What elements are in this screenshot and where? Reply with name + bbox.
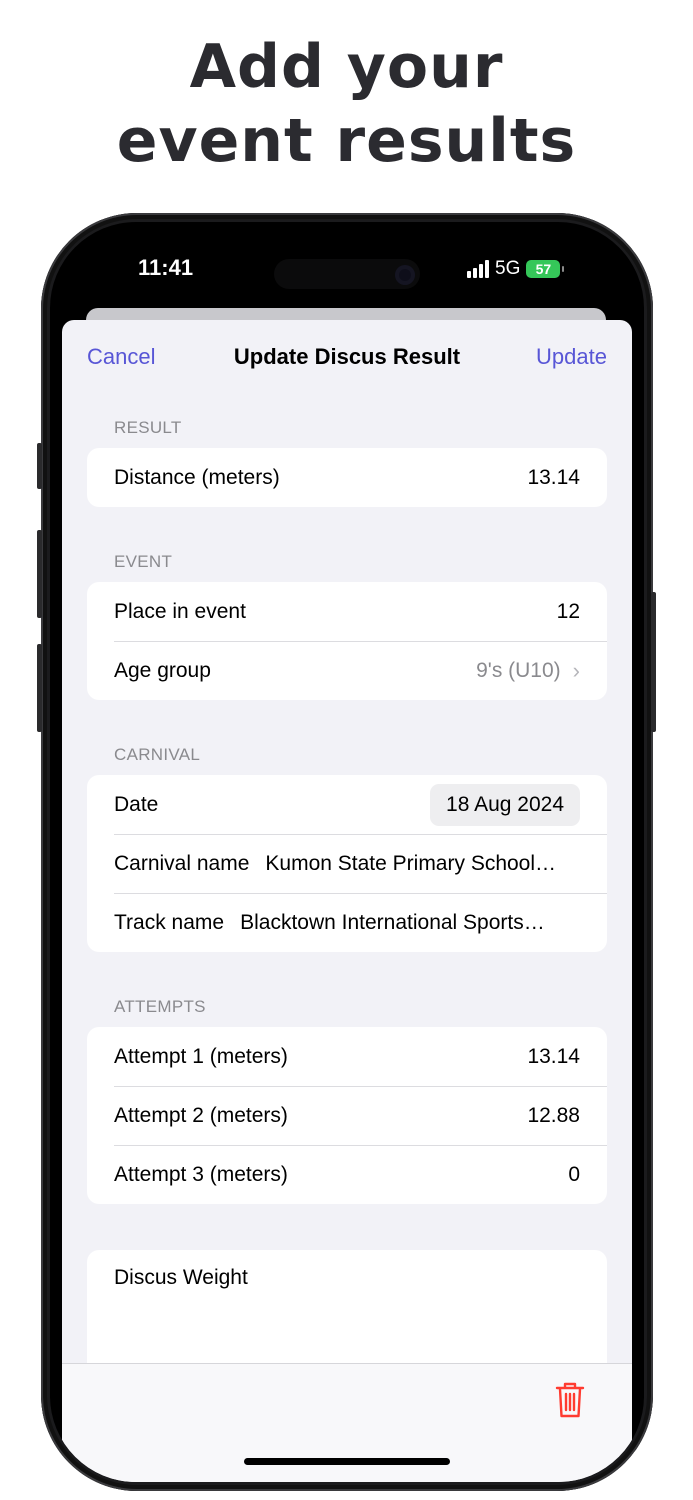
attempt-3-row[interactable]: Attempt 3 (meters) 0	[87, 1145, 607, 1204]
result-group: Distance (meters) 13.14	[87, 448, 607, 507]
event-group: Place in event 12 Age group 9's (U10) ›	[87, 582, 607, 700]
power-button	[651, 592, 656, 732]
attempt-2-value[interactable]: 12.88	[527, 1104, 580, 1128]
battery-level: 57	[535, 261, 552, 277]
update-button[interactable]: Update	[536, 344, 607, 370]
attempt-1-label: Attempt 1 (meters)	[114, 1044, 288, 1068]
battery-icon: 57	[526, 260, 565, 278]
attempt-2-label: Attempt 2 (meters)	[114, 1103, 288, 1127]
distance-row[interactable]: Distance (meters) 13.14	[87, 448, 607, 507]
network-label: 5G	[495, 258, 521, 279]
discus-weight-row[interactable]: Discus Weight	[87, 1250, 607, 1309]
track-name-value[interactable]: Blacktown International Sports…	[240, 911, 580, 935]
carnival-name-row[interactable]: Carnival name Kumon State Primary School…	[87, 834, 607, 893]
place-label: Place in event	[114, 599, 246, 623]
date-picker-button[interactable]: 18 Aug 2024	[430, 783, 580, 826]
home-indicator[interactable]	[244, 1458, 450, 1465]
delete-button[interactable]	[554, 1380, 586, 1420]
headline: Add your event results	[0, 30, 693, 178]
age-group-row[interactable]: Age group 9's (U10) ›	[87, 641, 607, 700]
front-camera	[395, 265, 415, 285]
phone-screen: 11:41 5G 57 Cancel Update Discus Result …	[50, 222, 644, 1482]
attempt-1-row[interactable]: Attempt 1 (meters) 13.14	[87, 1027, 607, 1086]
update-result-sheet: Cancel Update Discus Result Update RESUL…	[62, 320, 632, 1482]
date-row: Date 18 Aug 2024	[87, 775, 607, 834]
volume-up-button	[37, 530, 42, 618]
distance-label: Distance (meters)	[114, 465, 280, 489]
status-indicators: 5G 57	[467, 258, 565, 280]
action-button	[37, 443, 42, 489]
place-row[interactable]: Place in event 12	[87, 582, 607, 641]
status-time: 11:41	[138, 255, 194, 280]
discus-weight-label: Discus Weight	[114, 1266, 248, 1289]
age-group-value: 9's (U10)	[476, 658, 561, 682]
carnival-name-label: Carnival name	[114, 851, 250, 875]
carnival-group: Date 18 Aug 2024 Carnival name Kumon Sta…	[87, 775, 607, 952]
track-name-row[interactable]: Track name Blacktown International Sport…	[87, 893, 607, 952]
signal-icon	[467, 260, 489, 278]
attempts-group: Attempt 1 (meters) 13.14 Attempt 2 (mete…	[87, 1027, 607, 1204]
attempt-1-value[interactable]: 13.14	[527, 1045, 580, 1069]
distance-value[interactable]: 13.14	[527, 466, 580, 490]
attempt-2-row[interactable]: Attempt 2 (meters) 12.88	[87, 1086, 607, 1145]
headline-line-2: event results	[116, 106, 577, 176]
section-header-result: RESULT	[114, 418, 182, 437]
carnival-name-value[interactable]: Kumon State Primary School…	[265, 852, 580, 876]
age-group-label: Age group	[114, 658, 211, 682]
attempt-3-label: Attempt 3 (meters)	[114, 1162, 288, 1186]
section-header-event: EVENT	[114, 552, 173, 571]
trash-icon	[555, 1382, 585, 1418]
date-label: Date	[114, 792, 159, 816]
section-header-attempts: ATTEMPTS	[114, 997, 206, 1016]
place-value[interactable]: 12	[557, 600, 580, 624]
track-name-label: Track name	[114, 910, 225, 934]
attempt-3-value[interactable]: 0	[568, 1163, 580, 1187]
chevron-right-icon: ›	[572, 657, 580, 683]
volume-down-button	[37, 644, 42, 732]
headline-line-1: Add your	[189, 32, 504, 102]
section-header-carnival: CARNIVAL	[114, 745, 201, 764]
